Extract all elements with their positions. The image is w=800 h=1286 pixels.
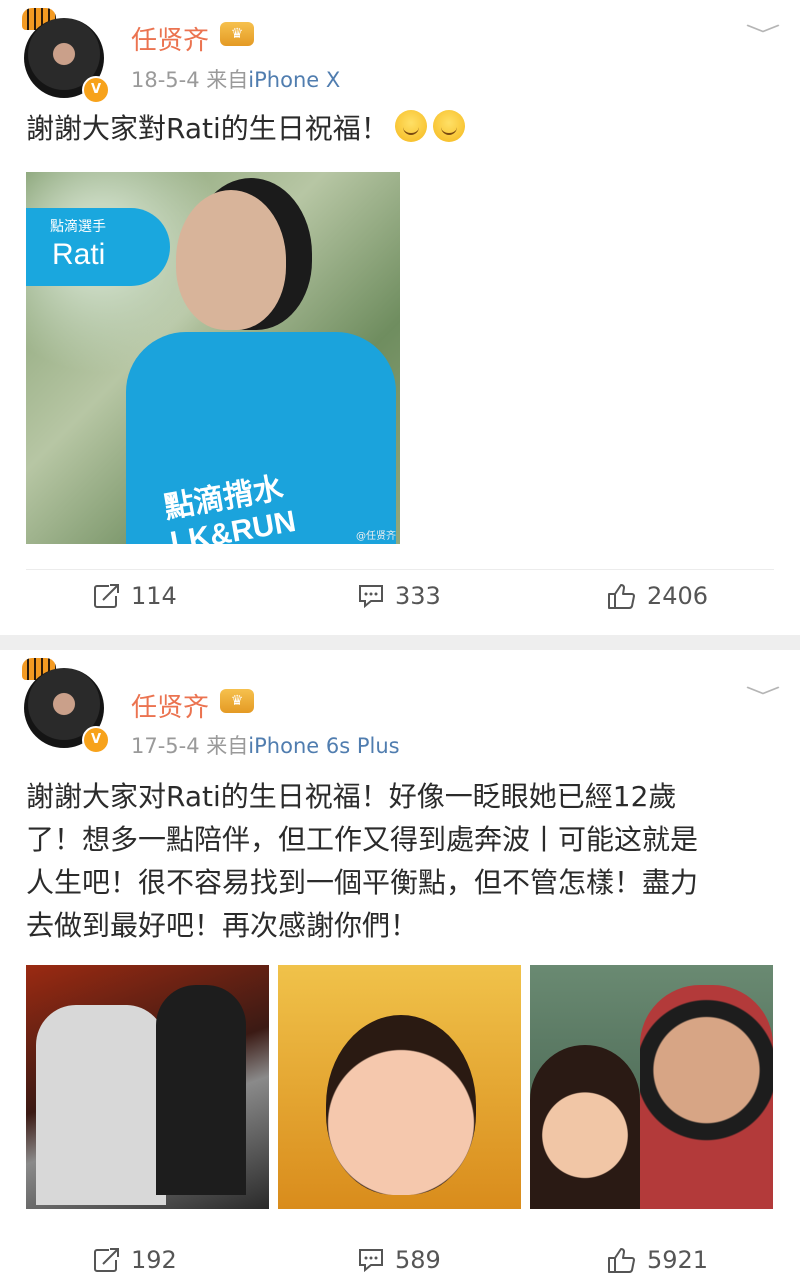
divider [26,569,774,570]
post-image-thumbnail[interactable] [530,965,773,1209]
action-bar: 192 589 5921 [0,1246,800,1286]
post-text-line: 了！想多一點陪伴，但工作又得到處奔波丨可能这就是 [26,823,699,856]
post-date: 17-5-4 [131,734,200,758]
man-figure [640,985,773,1209]
comment-icon [359,585,383,609]
comment-icon [359,1249,383,1273]
post-date: 18-5-4 [131,68,200,92]
post-image-thumbnail[interactable] [278,965,521,1209]
chevron-down-icon[interactable]: ﹀ [745,680,780,712]
repost-icon [94,1248,119,1272]
name-tag-title: Rati [52,238,106,271]
like-button[interactable]: 5921 [607,1246,708,1274]
device-link[interactable]: iPhone 6s Plus [248,734,399,758]
source-prefix: 来自 [206,734,249,758]
vip-crown-icon: ♛ [220,689,254,713]
post-text-line: 去做到最好吧！再次感謝你們！ [26,909,419,942]
person-head [176,190,286,330]
action-bar: 114 333 2406 [0,582,800,622]
smiling-child [326,1015,476,1195]
post-separator [0,635,800,650]
avatar[interactable]: V [22,658,110,754]
comment-count: 589 [395,1246,441,1274]
avatar[interactable]: V [22,8,110,104]
verified-badge: V [82,726,110,754]
username[interactable]: 任贤齐 [131,20,209,57]
comment-button[interactable]: 589 [357,1246,441,1274]
name-tag-subtitle: 點滴選手 [50,219,106,235]
post-meta: 17-5-4 来自iPhone 6s Plus [131,730,400,760]
comment-count: 333 [395,582,441,610]
thumbs-up-icon [608,584,635,609]
like-count: 5921 [647,1246,709,1274]
repost-count: 192 [131,1246,177,1274]
vip-crown-icon: ♛ [220,22,254,46]
device-link[interactable]: iPhone X [248,68,340,92]
child-figure [156,985,246,1195]
image-watermark: @任贤齐 [356,531,396,542]
chevron-down-icon[interactable]: ﹀ [745,18,780,50]
weibo-post: V 任贤齐 ♛ 18-5-4 来自iPhone X ﹀ 謝謝大家對Rati的生日… [0,0,800,635]
username[interactable]: 任贤齐 [131,687,209,724]
like-count: 2406 [647,582,709,610]
source-prefix: 来自 [206,68,249,92]
smile-emoji-icon [394,110,427,142]
comment-button[interactable]: 333 [357,582,441,610]
post-text-line: 謝謝大家对Rati的生日祝福！好像一眨眼她已經12歲 [26,780,677,813]
repost-button[interactable]: 192 [93,1246,177,1274]
post-text: 謝謝大家對Rati的生日祝福！ [26,107,465,150]
post-text: 謝謝大家对Rati的生日祝福！好像一眨眼她已經12歲 了！想多一點陪伴，但工作又得… [26,775,698,947]
repost-button[interactable]: 114 [93,582,177,610]
verified-badge: V [82,76,110,104]
post-meta: 18-5-4 来自iPhone X [131,64,340,94]
post-text-line: 人生吧！很不容易找到一個平衡點，但不管怎樣！盡力 [26,866,699,899]
like-button[interactable]: 2406 [607,582,708,610]
repost-icon [94,584,119,608]
post-image-thumbnail[interactable] [26,965,269,1209]
man-figure [36,1005,166,1205]
smile-emoji-icon [432,110,465,142]
post-text-line: 謝謝大家對Rati的生日祝福！ [26,112,389,145]
post-image[interactable]: 點滴揹水 LK&RUN 點滴選手 Rati @任贤齐 [26,172,400,544]
repost-count: 114 [131,582,177,610]
name-tag: 點滴選手 Rati [26,208,170,286]
thumbs-up-icon [608,1248,635,1273]
girl-figure [530,1045,640,1209]
